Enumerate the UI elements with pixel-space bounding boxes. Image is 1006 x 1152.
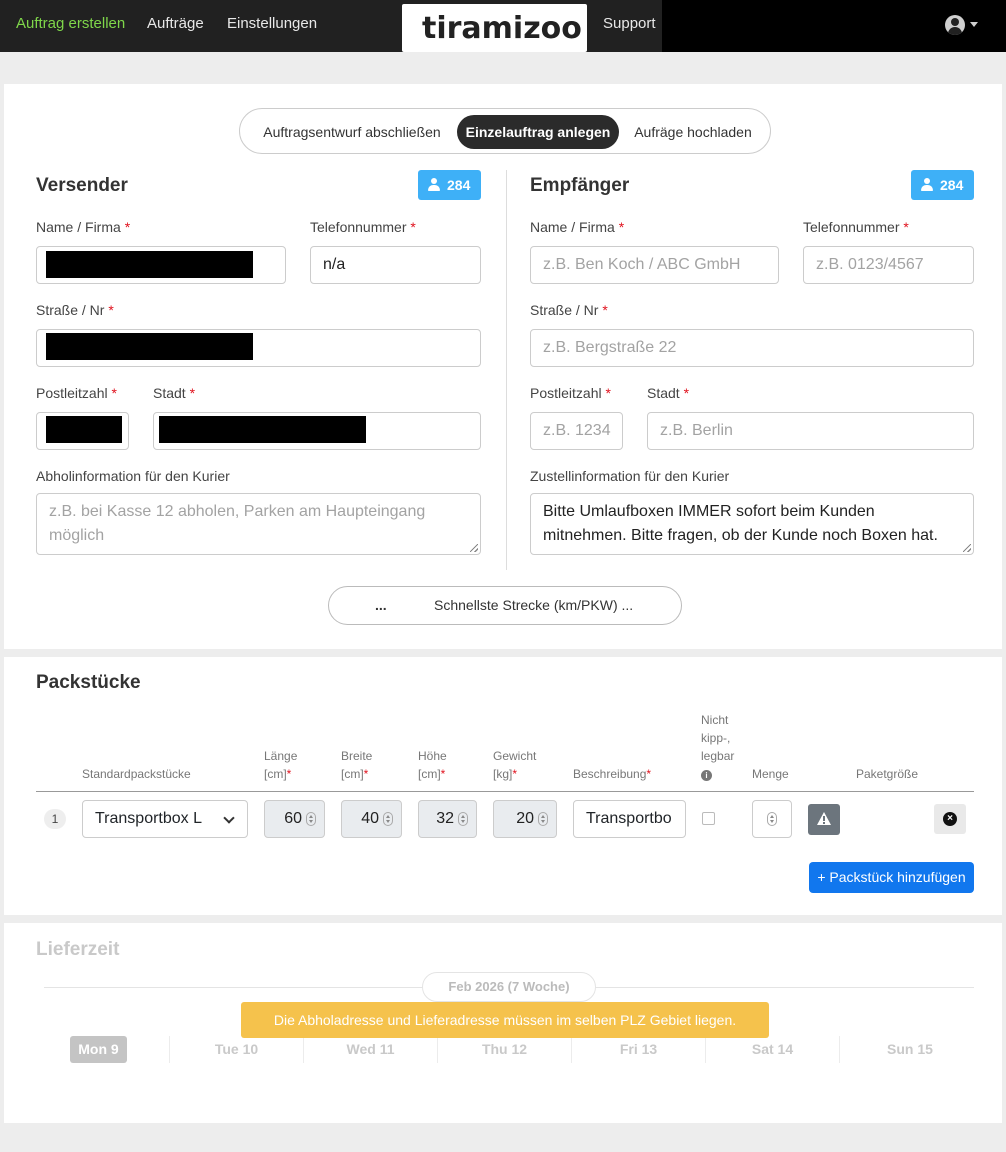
- chevron-down-icon: [223, 812, 235, 824]
- sender-city-label: Stadt *: [153, 385, 196, 401]
- user-circle-icon[interactable]: [945, 15, 965, 35]
- recipient-name-label: Name / Firma *: [530, 219, 625, 235]
- add-package-button[interactable]: + Packstück hinzufügen: [809, 862, 974, 893]
- column-divider: [506, 170, 507, 570]
- th-weight: Gewicht [kg]*: [493, 749, 537, 781]
- day-sat[interactable]: Sat 14: [706, 1036, 839, 1063]
- stepper-icon[interactable]: [306, 812, 316, 826]
- close-icon: ×: [943, 812, 957, 826]
- package-type-value: Transportbox L: [95, 810, 203, 827]
- logo[interactable]: tiramizoo: [402, 4, 587, 52]
- day-wed[interactable]: Wed 11: [304, 1036, 437, 1063]
- day-sun[interactable]: Sun 15: [840, 1036, 980, 1063]
- warning-dot: [823, 822, 825, 824]
- th-height: Höhe [cm]*: [418, 749, 447, 781]
- order-mode-tabs: Auftragsentwurf abschließen Einzelauftra…: [239, 108, 771, 154]
- weight-value: 20: [516, 810, 534, 827]
- recipient-contacts-count: 284: [940, 177, 964, 193]
- packages-title: Packstücke: [36, 672, 141, 693]
- route-label: Schnellste Strecke (km/PKW) ...: [434, 597, 634, 613]
- nav-orders[interactable]: Aufträge: [147, 0, 204, 48]
- th-not-tiltable: Nicht kipp-, legbar i: [701, 713, 735, 781]
- recipient-title: Empfänger: [530, 175, 630, 196]
- stepper-icon[interactable]: [458, 812, 468, 826]
- route-button[interactable]: ... Schnellste Strecke (km/PKW) ...: [328, 586, 682, 625]
- recipient-info-label: Zustellinformation für den Kurier: [530, 468, 730, 484]
- sender-phone-label: Telefonnummer *: [310, 219, 416, 235]
- height-value: 32: [436, 810, 454, 827]
- route-distance: ...: [375, 597, 387, 613]
- th-length: Länge [cm]*: [264, 749, 298, 781]
- tab-upload-orders[interactable]: Aufräge hochladen: [621, 115, 765, 149]
- redacted-sender-street: [46, 333, 253, 360]
- recipient-city-input[interactable]: z.B. Berlin: [647, 412, 974, 450]
- tab-single-order[interactable]: Einzelauftrag anlegen: [457, 115, 619, 149]
- day-mon[interactable]: Mon 9: [70, 1036, 127, 1063]
- logo-text: tiramizoo: [422, 11, 582, 46]
- width-value: 40: [361, 810, 379, 827]
- th-description: Beschreibung*: [573, 767, 652, 781]
- th-width: Breite [cm]*: [341, 749, 373, 781]
- tab-finish-draft[interactable]: Auftragsentwurf abschließen: [248, 115, 456, 149]
- stepper-icon[interactable]: [538, 812, 548, 826]
- sender-title: Versender: [36, 175, 128, 196]
- day-tue[interactable]: Tue 10: [170, 1036, 303, 1063]
- recipient-zip-label: Postleitzahl *: [530, 385, 611, 401]
- th-size: Paketgröße: [856, 767, 919, 781]
- recipient-city-label: Stadt *: [647, 385, 690, 401]
- th-quantity: Menge: [752, 767, 789, 781]
- info-icon: i: [701, 770, 712, 781]
- th-standard: Standardpackstücke: [82, 767, 191, 781]
- redacted-sender-name: [46, 251, 253, 278]
- recipient-street-label: Straße / Nr *: [530, 302, 608, 318]
- sender-info-textarea[interactable]: z.B. bei Kasse 12 abholen, Parken am Hau…: [36, 493, 481, 555]
- person-icon: [921, 178, 933, 192]
- person-icon: [428, 178, 440, 192]
- description-input[interactable]: Transportbo: [573, 800, 686, 838]
- stepper-icon[interactable]: [383, 812, 393, 826]
- sender-phone-input[interactable]: n/a: [310, 246, 481, 284]
- delete-row-button[interactable]: ×: [934, 804, 966, 834]
- sender-zip-label: Postleitzahl *: [36, 385, 117, 401]
- nav-support[interactable]: Support: [603, 0, 656, 48]
- height-input[interactable]: 32: [418, 800, 477, 838]
- sender-street-label: Straße / Nr *: [36, 302, 114, 318]
- stepper-icon[interactable]: [767, 812, 777, 826]
- recipient-zip-input[interactable]: z.B. 1234: [530, 412, 623, 450]
- week-selector[interactable]: Feb 2026 (7 Woche): [422, 972, 596, 1002]
- nav-settings[interactable]: Einstellungen: [227, 0, 317, 48]
- recipient-phone-input[interactable]: z.B. 0123/4567: [803, 246, 974, 284]
- recipient-name-input[interactable]: z.B. Ben Koch / ABC GmbH: [530, 246, 779, 284]
- day-thu[interactable]: Thu 12: [438, 1036, 571, 1063]
- top-navbar: Auftrag erstellen Aufträge Einstellungen…: [0, 0, 1006, 52]
- sender-info-label: Abholinformation für den Kurier: [36, 468, 230, 484]
- redacted-sender-city: [159, 416, 366, 443]
- sender-name-label: Name / Firma *: [36, 219, 131, 235]
- sender-contacts-button[interactable]: 284: [418, 170, 481, 200]
- weight-input[interactable]: 20: [493, 800, 557, 838]
- package-type-select[interactable]: Transportbox L: [82, 800, 248, 838]
- width-input[interactable]: 40: [341, 800, 402, 838]
- row-index: 1: [44, 809, 66, 829]
- recipient-street-input[interactable]: z.B. Bergstraße 22: [530, 329, 974, 367]
- table-header-divider: [36, 791, 974, 792]
- package-size-warning-button[interactable]: [808, 804, 840, 835]
- caret-down-icon[interactable]: [970, 22, 978, 27]
- warning-mark: [823, 816, 825, 821]
- recipient-phone-label: Telefonnummer *: [803, 219, 909, 235]
- not-tiltable-checkbox[interactable]: [702, 812, 715, 825]
- nav-create-order[interactable]: Auftrag erstellen: [16, 0, 125, 48]
- delivery-title: Lieferzeit: [36, 939, 120, 960]
- zip-area-alert: Die Abholadresse und Lieferadresse müsse…: [241, 1002, 769, 1038]
- sender-contacts-count: 284: [447, 177, 471, 193]
- day-fri[interactable]: Fri 13: [572, 1036, 705, 1063]
- length-input[interactable]: 60: [264, 800, 325, 838]
- length-value: 60: [284, 810, 302, 827]
- quantity-stepper[interactable]: [752, 800, 792, 838]
- recipient-info-textarea[interactable]: Bitte Umlaufboxen IMMER sofort beim Kund…: [530, 493, 974, 555]
- redacted-sender-zip: [46, 416, 122, 443]
- recipient-contacts-button[interactable]: 284: [911, 170, 974, 200]
